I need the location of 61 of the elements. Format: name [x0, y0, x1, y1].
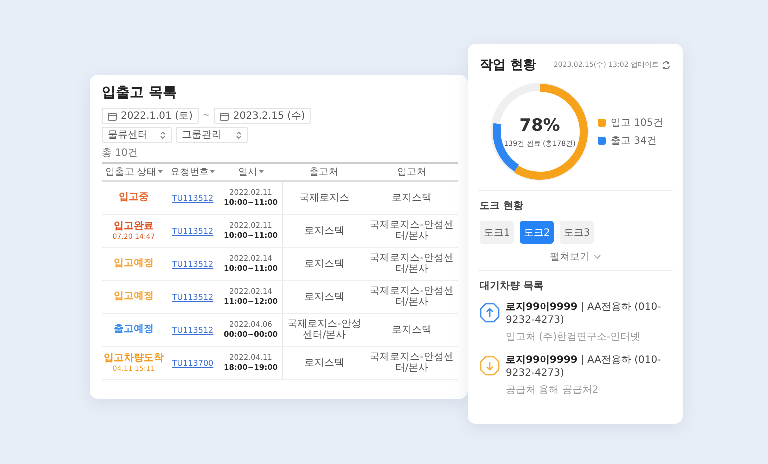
- table-cell: 로지스텍: [392, 192, 432, 204]
- sort-caret-icon: [258, 170, 264, 174]
- table-cell: 로지스텍: [392, 324, 432, 336]
- status-text: 입고완료: [114, 220, 154, 232]
- dock-button[interactable]: 도크3: [560, 221, 594, 244]
- arrow-down-icon: [480, 356, 500, 376]
- table-cell: 로지스텍: [304, 226, 344, 236]
- calendar-icon: [108, 112, 117, 120]
- status-text: 출고예정: [114, 324, 154, 336]
- vehicle-place: 공급처 용해 공급처2: [506, 384, 600, 397]
- request-link[interactable]: TU113512: [172, 226, 214, 236]
- refresh-icon[interactable]: [662, 60, 671, 70]
- calendar-icon: [220, 112, 230, 120]
- column-header[interactable]: 일시: [220, 164, 282, 180]
- table-cell-text: 국제로지스-안성센터/본사: [369, 253, 455, 275]
- request-link[interactable]: TU113700: [172, 358, 214, 368]
- request-link[interactable]: TU113512: [172, 292, 214, 302]
- request-link[interactable]: TU113512: [172, 194, 214, 202]
- column-header: 입고처: [396, 166, 428, 180]
- vehicle-info: 로지99이9999 | AA전용하 (010-9232-4273): [506, 301, 662, 327]
- date-field[interactable]: 2022.1.01 (토): [102, 108, 199, 124]
- page-title: 입출고 목록: [102, 84, 178, 102]
- table-cell-text: 국제로지스-안성센터/본사: [369, 286, 455, 308]
- table-cell: 로지스텍: [304, 292, 344, 302]
- percent-value: 78%: [520, 116, 560, 136]
- column-header[interactable]: 요청번호: [166, 164, 220, 180]
- legend-label: 입고 105건: [611, 117, 664, 130]
- request-link[interactable]: TU113512: [172, 326, 214, 334]
- legend-label: 출고 34건: [611, 135, 657, 148]
- column-header: 출고처: [308, 166, 340, 180]
- total-count: 총 10건: [102, 147, 139, 160]
- arrow-up-icon: [480, 303, 500, 323]
- updown-caret-icon: [236, 130, 242, 140]
- status-text: 입고중: [119, 192, 149, 204]
- request-link[interactable]: TU113512: [172, 260, 214, 268]
- dock-button[interactable]: 도크1: [480, 221, 514, 244]
- dock-button[interactable]: 도크2: [520, 221, 554, 244]
- chevron-down-icon: [594, 255, 601, 259]
- updown-caret-icon: [160, 130, 166, 140]
- status-text: 입고예정: [114, 258, 154, 270]
- status-text: 입고예정: [114, 291, 154, 303]
- vehicle-info: 로지99이9999 | AA전용하 (010-9232-4273): [506, 354, 662, 380]
- sort-caret-icon: [158, 170, 163, 174]
- status-text: 입고차량도착: [104, 352, 164, 364]
- table-cell: 로지스텍: [304, 358, 344, 368]
- date-separator: ~: [202, 111, 210, 121]
- table-cell-text: 국제로지스-안성센터/본사: [369, 220, 455, 242]
- section-title: 도크 현황: [480, 200, 524, 213]
- section-title: 대기차량 목록: [480, 280, 544, 293]
- select-field[interactable]: 그룹관리: [176, 127, 248, 143]
- table-cell: 국제로지스: [300, 192, 350, 204]
- table-cell: 로지스텍: [304, 258, 344, 270]
- panel-title: 작업 현황: [480, 57, 537, 74]
- vehicle-place: 입고처 (주)한컴연구소-인터넷: [506, 331, 642, 344]
- table-cell-text: 국제로지스-안성센터/본사: [369, 352, 455, 374]
- column-header[interactable]: 입출고 상태: [102, 164, 166, 180]
- expand-button[interactable]: 펼쳐보기: [550, 250, 601, 264]
- select-field[interactable]: 물류센터: [102, 127, 172, 143]
- sort-caret-icon: [210, 170, 216, 174]
- table-cell-text: 국제로지스-안성센터/본사: [286, 319, 362, 341]
- date-field[interactable]: 2023.2.15 (수): [214, 108, 312, 124]
